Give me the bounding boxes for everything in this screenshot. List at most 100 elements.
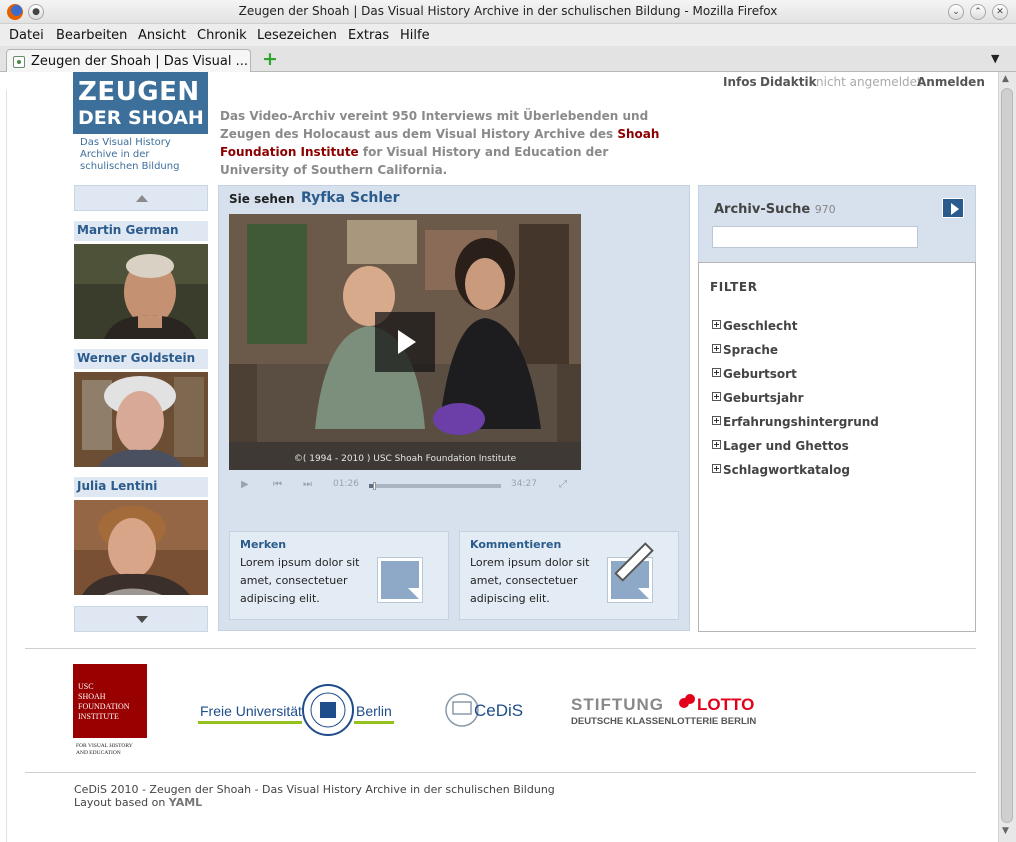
filter-item-geschlecht[interactable]: Geschlecht xyxy=(712,319,797,333)
lotto-l1: STIFTUNG xyxy=(571,695,664,714)
menu-hilfe[interactable]: Hilfe xyxy=(400,28,430,43)
expand-plus-icon[interactable] xyxy=(712,344,721,353)
person-name-2[interactable]: Werner Goldstein xyxy=(74,349,208,369)
filter-label: Erfahrungshintergrund xyxy=(723,415,879,429)
scrollbar-thumb[interactable] xyxy=(1001,88,1013,823)
tabbar: Zeugen der Shoah | Das Visual ... xyxy=(0,46,1016,73)
cedis-logo[interactable]: CeDiS xyxy=(444,692,524,728)
kommentieren-title[interactable]: Kommentieren xyxy=(470,538,561,551)
expand-plus-icon[interactable] xyxy=(712,368,721,377)
window-titlebar: ● Zeugen der Shoah | Das Visual History … xyxy=(0,0,1016,24)
expand-plus-icon[interactable] xyxy=(712,464,721,473)
logo-line2: DER SHOAH xyxy=(78,107,204,129)
person-photo-3[interactable] xyxy=(74,500,208,595)
menu-datei[interactable]: Datei xyxy=(9,28,44,43)
play-icon xyxy=(398,330,416,354)
archive-search-panel: Archiv-Suche 970 xyxy=(698,185,976,263)
fullscreen-icon[interactable]: ⤢ xyxy=(559,479,567,490)
skip-back-icon[interactable]: ⏮ xyxy=(273,479,282,490)
expand-plus-icon[interactable] xyxy=(712,416,721,425)
tab-list-chevron-icon[interactable]: ▼ xyxy=(991,52,999,65)
merken-title[interactable]: Merken xyxy=(240,538,286,551)
usc-shoah-logo[interactable]: USC SHOAH FOUNDATION INSTITUTE FOR VISUA… xyxy=(73,664,147,756)
seek-bar[interactable] xyxy=(369,482,501,490)
portrait-image xyxy=(74,244,208,339)
note-icon[interactable] xyxy=(378,558,422,602)
site-logo[interactable]: ZEUGEN DER SHOAH Das Visual History Arch… xyxy=(73,72,208,172)
filter-item-geburtsjahr[interactable]: Geburtsjahr xyxy=(712,391,804,405)
scroll-up-arrow-icon[interactable]: ▲ xyxy=(1002,74,1009,84)
person-photo-1[interactable] xyxy=(74,244,208,339)
arrow-down-icon xyxy=(136,616,148,623)
filter-label: Lager und Ghettos xyxy=(723,439,849,453)
divider xyxy=(25,772,976,773)
maximize-button[interactable]: ⌃ xyxy=(970,4,986,20)
video-controls: ▶ ⏮ ⏭ 01:26 34:27 ⤢ xyxy=(229,474,581,496)
new-tab-plus-icon[interactable]: + xyxy=(262,49,278,69)
filter-item-lager-und-ghettos[interactable]: Lager und Ghettos xyxy=(712,439,849,453)
filter-item-erfahrungshintergrund[interactable]: Erfahrungshintergrund xyxy=(712,415,879,429)
filter-item-geburtsort[interactable]: Geburtsort xyxy=(712,367,797,381)
stiftung-lotto-logo[interactable]: STIFTUNG LOTTO DEUTSCHE KLASSENLOTTERIE … xyxy=(571,693,757,729)
filter-item-schlagwortkatalog[interactable]: Schlagwortkatalog xyxy=(712,463,850,477)
login-status: nicht angemeldet xyxy=(816,75,922,89)
menubar: Datei Bearbeiten Ansicht Chronik Lesezei… xyxy=(0,24,1016,46)
usc-l4: INSTITUTE xyxy=(78,712,119,721)
scroll-up-button[interactable] xyxy=(74,185,208,211)
footer-yaml-link[interactable]: YAML xyxy=(169,796,202,809)
intro-part1: Das Video-Archiv vereint 950 Interviews … xyxy=(220,109,649,141)
merken-text: Lorem ipsum dolor sit amet, consectetuer… xyxy=(240,556,360,605)
page-scrollbar[interactable]: ▲ ▼ xyxy=(998,72,1016,842)
link-anmelden[interactable]: Anmelden xyxy=(917,75,985,89)
scroll-down-arrow-icon[interactable]: ▼ xyxy=(1002,826,1009,836)
logo-subtitle: Das Visual History Archive in der schuli… xyxy=(80,137,180,172)
footer-layout-prefix: Layout based on xyxy=(74,796,169,809)
filter-label: Geburtsort xyxy=(723,367,797,381)
scroll-down-button[interactable] xyxy=(74,606,208,632)
favicon-icon xyxy=(13,56,25,68)
tab-label: Zeugen der Shoah | Das Visual ... xyxy=(31,54,249,69)
usc-l2: SHOAH xyxy=(78,692,106,701)
expand-plus-icon[interactable] xyxy=(712,392,721,401)
minimize-button[interactable]: ⌄ xyxy=(948,4,964,20)
video-copyright: ©( 1994 - 2010 ) USC Shoah Foundation In… xyxy=(293,454,517,464)
menu-lesezeichen[interactable]: Lesezeichen xyxy=(257,28,337,43)
person-photo-2[interactable] xyxy=(74,372,208,467)
seek-knob[interactable] xyxy=(373,482,377,490)
fu-berlin-logo[interactable]: Freie Universität Berlin xyxy=(198,684,394,740)
usc-l5: FOR VISUAL HISTORY xyxy=(76,743,133,749)
interviewee-name[interactable]: Ryfka Schler xyxy=(301,190,400,206)
fu-berlin-graphic: Freie Universität Berlin xyxy=(198,684,394,736)
person-name-3[interactable]: Julia Lentini xyxy=(74,477,208,497)
fu-right: Berlin xyxy=(356,703,392,719)
footer-line2: Layout based on YAML xyxy=(74,796,202,809)
arrow-up-icon xyxy=(136,195,148,202)
big-play-button[interactable] xyxy=(375,312,435,372)
menu-chronik[interactable]: Chronik xyxy=(197,28,247,43)
menu-bearbeiten[interactable]: Bearbeiten xyxy=(56,28,127,43)
portrait-image xyxy=(74,372,208,467)
now-watching-label: Sie sehen xyxy=(229,192,295,206)
person-name-1[interactable]: Martin German xyxy=(74,221,208,241)
expand-plus-icon[interactable] xyxy=(712,320,721,329)
link-infos[interactable]: Infos xyxy=(723,75,757,89)
video-frame[interactable]: ©( 1994 - 2010 ) USC Shoah Foundation In… xyxy=(229,214,581,470)
skip-forward-icon[interactable]: ⏭ xyxy=(303,479,312,490)
search-go-button[interactable] xyxy=(942,198,964,218)
menu-ansicht[interactable]: Ansicht xyxy=(138,28,186,43)
link-didaktik[interactable]: Didaktik xyxy=(760,75,817,89)
close-button[interactable]: ✕ xyxy=(992,4,1008,20)
kommentieren-box: Kommentieren Lorem ipsum dolor sit amet,… xyxy=(459,531,679,620)
browser-tab[interactable]: Zeugen der Shoah | Das Visual ... xyxy=(6,49,251,73)
menu-extras[interactable]: Extras xyxy=(348,28,389,43)
expand-plus-icon[interactable] xyxy=(712,440,721,449)
archive-search-input[interactable] xyxy=(712,226,918,248)
lotto-l3: DEUTSCHE KLASSENLOTTERIE BERLIN xyxy=(571,716,756,727)
page-viewport: Infos Didaktik nicht angemeldet Anmelden… xyxy=(0,72,998,842)
usc-l6: AND EDUCATION xyxy=(76,750,121,756)
filter-item-sprache[interactable]: Sprache xyxy=(712,343,778,357)
filter-label: Sprache xyxy=(723,343,779,357)
kommentieren-text: Lorem ipsum dolor sit amet, consectetuer… xyxy=(470,556,590,605)
play-control-icon[interactable]: ▶ xyxy=(241,479,249,490)
fu-left: Freie Universität xyxy=(200,703,302,719)
